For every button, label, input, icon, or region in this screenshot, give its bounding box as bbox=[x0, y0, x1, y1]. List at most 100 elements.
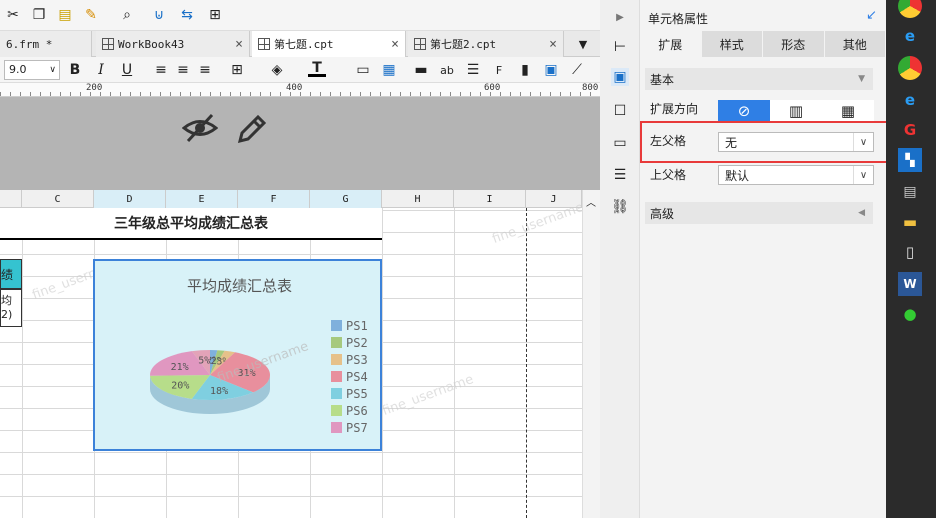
tab-menu-icon[interactable]: ▼ bbox=[574, 35, 592, 53]
column-header-g[interactable]: G bbox=[310, 190, 382, 208]
chevron-down-icon: ∨ bbox=[853, 133, 873, 151]
font-size-select[interactable]: 9.0 ∨ bbox=[4, 60, 60, 80]
bind-icon[interactable]: ⊍ bbox=[150, 6, 168, 24]
workbook-icon bbox=[258, 38, 270, 50]
column-header-h[interactable]: H bbox=[382, 190, 454, 208]
chart-icon[interactable]: ▮ bbox=[516, 61, 534, 79]
align-center-icon[interactable]: ≡ bbox=[174, 61, 192, 79]
column-header-e[interactable]: E bbox=[166, 190, 238, 208]
legend-item: PS7 bbox=[331, 419, 368, 436]
left-parent-select[interactable]: 无 ∨ bbox=[718, 132, 874, 152]
edge-icon[interactable]: e bbox=[898, 88, 922, 112]
italic-button[interactable]: I bbox=[92, 61, 110, 79]
ruler-mark: 200 bbox=[86, 83, 103, 93]
word-icon[interactable]: W bbox=[898, 272, 922, 296]
horizontal-expand-button[interactable]: ▦ bbox=[822, 100, 874, 122]
border-icon[interactable]: ⊞ bbox=[228, 61, 246, 79]
column-header-i[interactable]: I bbox=[454, 190, 526, 208]
column-header-f[interactable]: F bbox=[238, 190, 310, 208]
text-icon[interactable]: ab bbox=[438, 61, 456, 79]
tab-extend[interactable]: 扩展 bbox=[640, 31, 702, 57]
hyperlink-icon[interactable]: ⛓ bbox=[611, 198, 629, 216]
edit-icon[interactable] bbox=[236, 113, 268, 145]
bold-button[interactable]: B bbox=[66, 61, 84, 79]
legend-item: PS2 bbox=[331, 334, 368, 351]
align-left-icon[interactable]: ≡ bbox=[152, 61, 170, 79]
vertical-expand-button[interactable]: ▥ bbox=[770, 100, 822, 122]
tab-ti7[interactable]: 第七题.cpt × bbox=[252, 31, 406, 57]
section-basic[interactable]: 基本 ▼ bbox=[645, 68, 873, 90]
tab-other[interactable]: 其他 bbox=[824, 31, 886, 57]
insert-cell-icon[interactable]: ▬ bbox=[412, 61, 430, 79]
notepad-icon[interactable]: ▯ bbox=[898, 240, 922, 264]
ie-icon[interactable]: e bbox=[898, 24, 922, 48]
legend-item: PS6 bbox=[331, 402, 368, 419]
collapse-icon[interactable]: ▶ bbox=[611, 8, 629, 26]
preview-icon[interactable]: ⌕ bbox=[118, 6, 136, 24]
fill-color-icon[interactable]: ◈ bbox=[268, 61, 286, 79]
cut-icon[interactable]: ✂ bbox=[4, 6, 22, 24]
legend-swatch bbox=[331, 422, 342, 433]
form-icon[interactable]: ▭ bbox=[611, 134, 629, 152]
scroll-up-icon[interactable]: ︿ bbox=[586, 194, 596, 209]
panel-expand-icon[interactable]: ↙ bbox=[866, 8, 877, 23]
widget-icon[interactable]: ☐ bbox=[611, 102, 629, 120]
folder-icon[interactable]: ▬ bbox=[898, 210, 922, 234]
close-icon[interactable]: × bbox=[391, 37, 399, 52]
canvas-header-area bbox=[0, 97, 600, 190]
column-b[interactable] bbox=[0, 190, 22, 208]
copy-icon[interactable]: ❐ bbox=[30, 6, 48, 24]
chrome-icon[interactable] bbox=[898, 56, 922, 80]
top-parent-select[interactable]: 默认 ∨ bbox=[718, 165, 874, 185]
windows-taskbar: e e G ▚ ▤ ▬ ▯ W ● bbox=[886, 0, 936, 518]
formula-icon[interactable]: F bbox=[490, 61, 508, 79]
no-expand-button[interactable]: ⊘ bbox=[718, 100, 770, 122]
slice-label: 5% bbox=[198, 356, 210, 367]
tab-ti7-2[interactable]: 第七题2.cpt × bbox=[408, 31, 564, 57]
finereport-icon[interactable]: ▚ bbox=[898, 148, 922, 172]
cell-properties-icon[interactable]: ▣ bbox=[611, 68, 629, 86]
vertical-scrollbar[interactable]: ︿ bbox=[582, 190, 600, 518]
wechat-icon[interactable]: ● bbox=[898, 302, 922, 326]
tab-frm[interactable]: 6.frm * bbox=[0, 31, 92, 57]
tab-form[interactable]: 形态 bbox=[763, 31, 825, 57]
slash-icon[interactable]: ⟋ bbox=[568, 61, 586, 79]
cell-element-icon[interactable]: ⊢ bbox=[611, 38, 629, 56]
expand-direction-label: 扩展方向 bbox=[650, 102, 699, 116]
close-icon[interactable]: × bbox=[549, 37, 557, 52]
close-icon[interactable]: × bbox=[235, 37, 243, 52]
eye-off-icon[interactable] bbox=[182, 113, 218, 143]
paste-icon[interactable]: ▤ bbox=[56, 6, 74, 24]
chrome-icon[interactable] bbox=[898, 0, 922, 18]
format-brush-icon[interactable]: ✎ bbox=[82, 6, 100, 24]
chevron-down-icon: ▼ bbox=[858, 74, 865, 84]
image-icon[interactable]: ▣ bbox=[542, 61, 560, 79]
section-advanced[interactable]: 高级 ◀ bbox=[645, 202, 873, 224]
merge-icon[interactable]: ▭ bbox=[354, 61, 372, 79]
underline-button[interactable]: U bbox=[118, 61, 136, 79]
pie-chart[interactable]: 平均成绩汇总表 2% 2% 3% 31% 18% 20% 21% 5% PS1 PS2 PS3 PS… bbox=[93, 259, 382, 451]
header-cell[interactable]: 绩 bbox=[0, 259, 22, 289]
workbook-icon bbox=[102, 38, 114, 50]
app-g-icon[interactable]: G bbox=[898, 118, 922, 142]
align-right-icon[interactable]: ≡ bbox=[196, 61, 214, 79]
ruler: 200 400 600 800 bbox=[0, 83, 600, 97]
tab-style[interactable]: 样式 bbox=[701, 31, 763, 57]
column-header-d[interactable]: D bbox=[94, 190, 166, 208]
chevron-down-icon: ∨ bbox=[853, 166, 873, 184]
top-parent-label: 上父格 bbox=[650, 168, 687, 182]
legend-item: PS5 bbox=[331, 385, 368, 402]
sheet-title[interactable]: 三年级总平均成绩汇总表 bbox=[0, 208, 382, 240]
slice-label: 20% bbox=[171, 380, 189, 391]
table-icon[interactable]: ▦ bbox=[380, 61, 398, 79]
data-cell[interactable]: 均 2) bbox=[0, 289, 22, 327]
swap-icon[interactable]: ⇆ bbox=[178, 6, 196, 24]
text-color-button[interactable]: T bbox=[308, 60, 326, 77]
condition-icon[interactable]: ☰ bbox=[611, 166, 629, 184]
remote-desktop-icon[interactable]: ▤ bbox=[898, 180, 922, 204]
tab-bar: 6.frm * WorkBook43 × 第七题.cpt × 第七题2.cpt × ▼ bbox=[0, 31, 600, 57]
zoom-icon[interactable]: ⊞ bbox=[206, 6, 224, 24]
richtext-icon[interactable]: ☰ bbox=[464, 61, 482, 79]
column-header-c[interactable]: C bbox=[22, 190, 94, 208]
tab-workbook43[interactable]: WorkBook43 × bbox=[96, 31, 250, 57]
